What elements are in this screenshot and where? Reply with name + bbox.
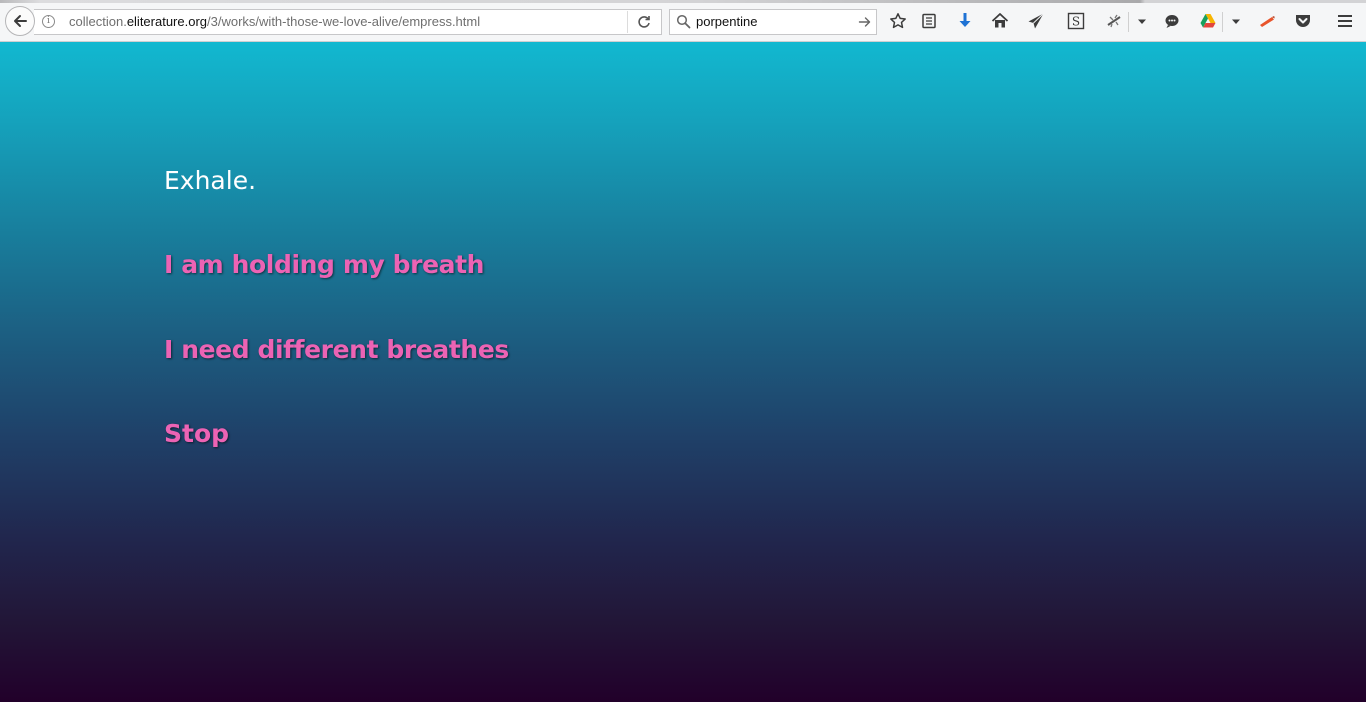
hamburger-menu-icon[interactable] bbox=[1336, 12, 1354, 30]
url-domain: eliterature.org bbox=[126, 14, 208, 29]
reload-icon[interactable] bbox=[636, 14, 652, 30]
search-input[interactable]: porpentine bbox=[696, 14, 757, 29]
toolbar-separator bbox=[1128, 12, 1129, 32]
download-icon[interactable] bbox=[956, 12, 974, 30]
toolbar-separator-2 bbox=[1222, 12, 1223, 32]
bug-extension-icon[interactable] bbox=[1105, 12, 1123, 30]
search-go-arrow-icon[interactable] bbox=[858, 14, 872, 28]
passage-text: Exhale. bbox=[164, 166, 257, 195]
bookmarks-menu-icon[interactable] bbox=[920, 12, 938, 30]
choice-link-different-breathes[interactable]: I need different breathes bbox=[164, 335, 509, 364]
chat-bubble-icon[interactable] bbox=[1163, 12, 1181, 30]
svg-text:S: S bbox=[1072, 15, 1080, 29]
marker-extension-icon[interactable] bbox=[1258, 12, 1276, 30]
back-button[interactable] bbox=[5, 6, 35, 36]
story-page: Exhale. I am holding my breath I need di… bbox=[0, 42, 1366, 702]
send-paper-plane-icon[interactable] bbox=[1027, 12, 1045, 30]
s-extension-icon[interactable]: S bbox=[1067, 12, 1085, 30]
choice-link-holding-breath[interactable]: I am holding my breath bbox=[164, 250, 484, 279]
url-path: /3/works/with-those-we-love-alive/empres… bbox=[207, 14, 481, 29]
url-bar-divider bbox=[627, 11, 628, 33]
choice-link-stop[interactable]: Stop bbox=[164, 419, 229, 448]
chevron-down-icon[interactable] bbox=[1133, 12, 1151, 30]
site-info-icon[interactable]: i bbox=[42, 15, 55, 28]
chevron-down-icon-2[interactable] bbox=[1227, 12, 1245, 30]
drive-extension-icon[interactable] bbox=[1199, 12, 1217, 30]
pocket-icon[interactable] bbox=[1294, 12, 1312, 30]
back-arrow-icon bbox=[14, 15, 27, 27]
url-prefix: collection. bbox=[69, 14, 127, 29]
home-icon[interactable] bbox=[991, 12, 1009, 30]
tab-strip-edge bbox=[0, 0, 1366, 3]
url-text[interactable]: collection.eliterature.org/3/works/with-… bbox=[69, 14, 480, 29]
bookmark-star-icon[interactable] bbox=[889, 12, 907, 30]
search-icon bbox=[676, 14, 691, 29]
